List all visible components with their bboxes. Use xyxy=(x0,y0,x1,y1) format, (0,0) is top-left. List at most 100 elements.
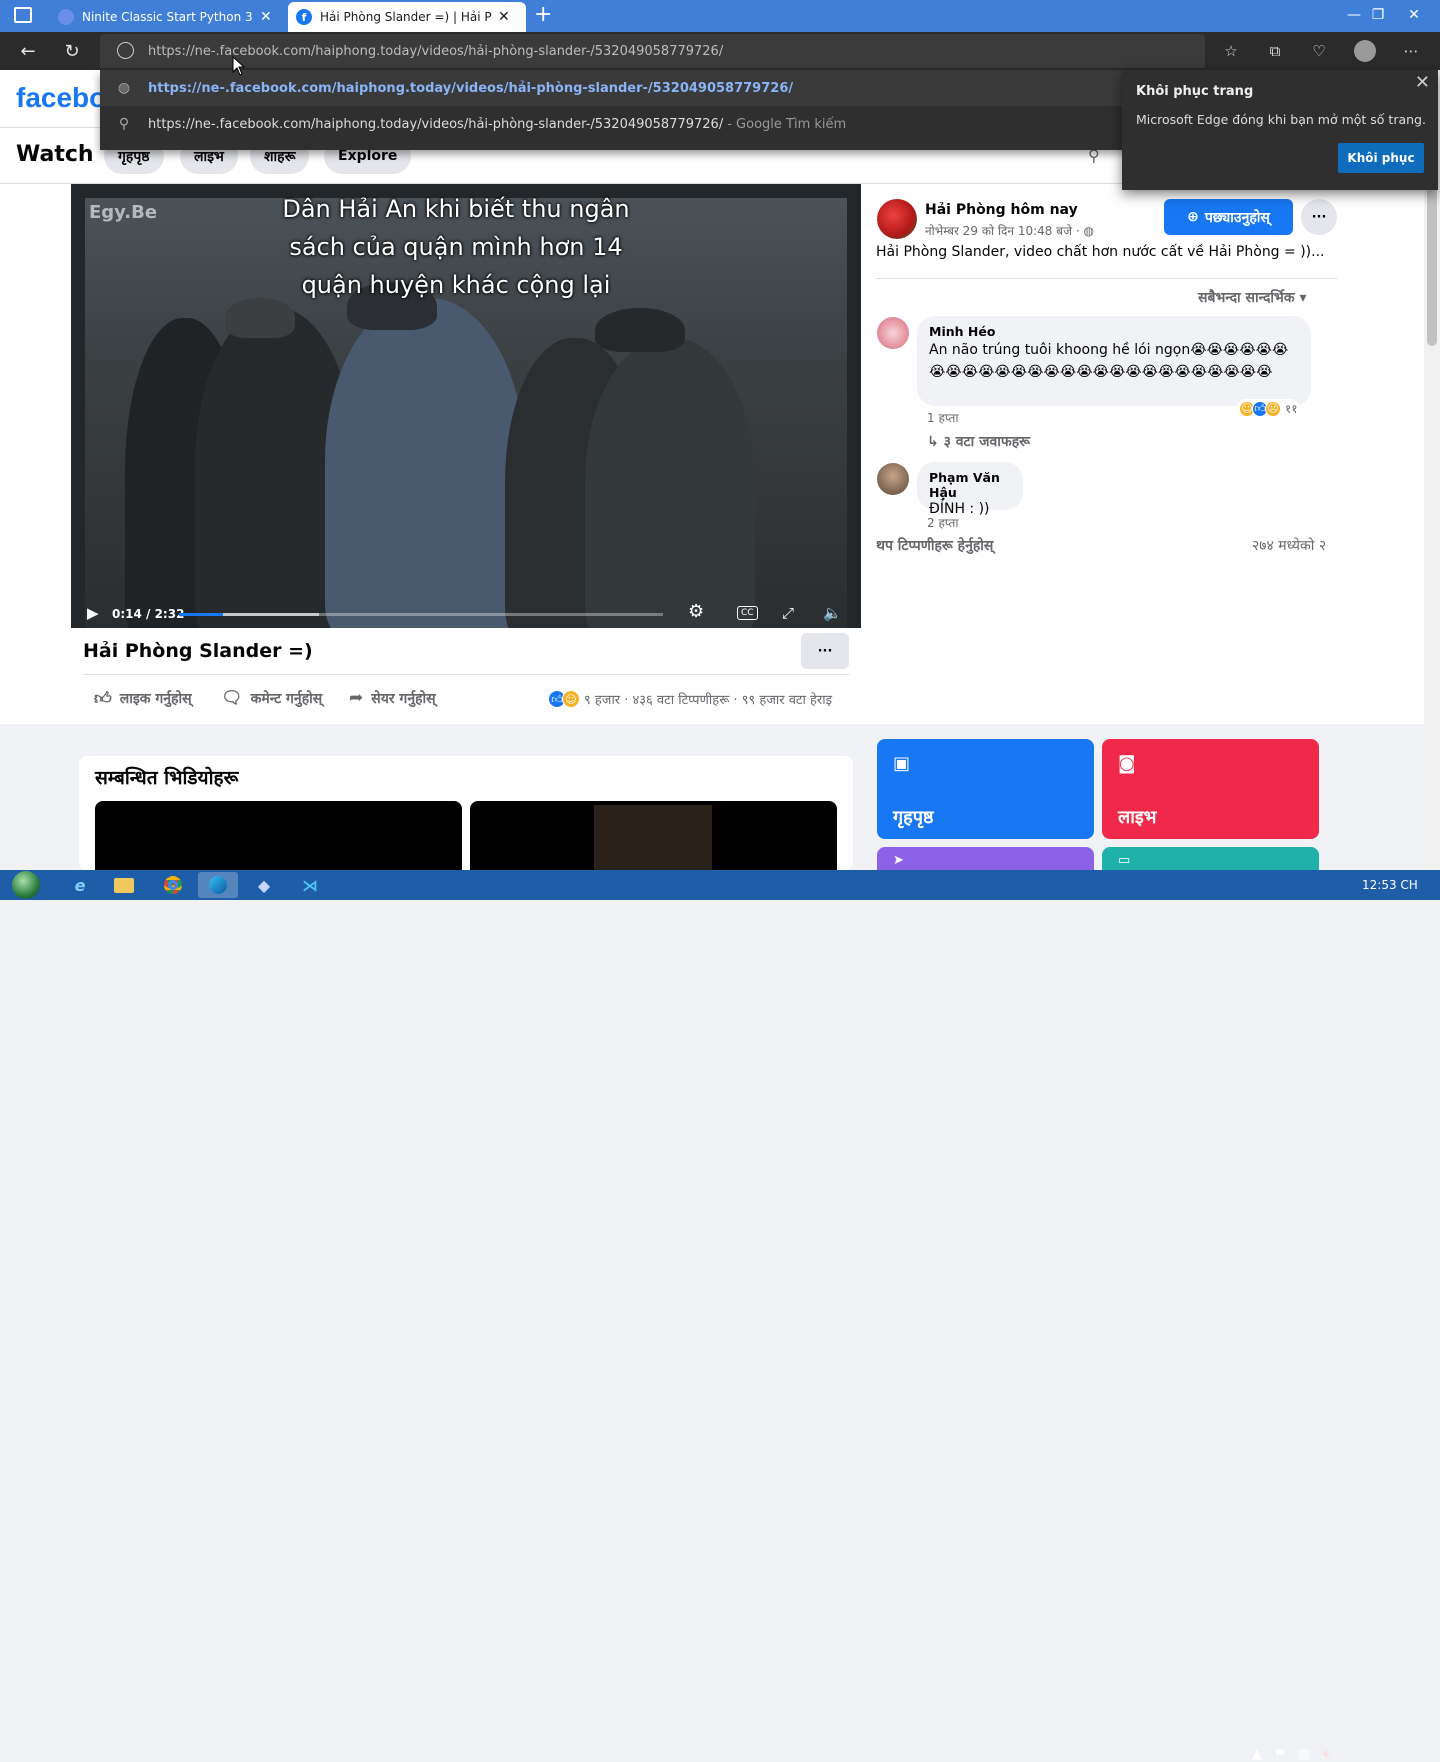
send-icon: ➤ xyxy=(893,853,904,868)
comment-reactions[interactable]: ☺ 👍︎ ☹ ११ xyxy=(1236,399,1301,418)
facebook-logo[interactable]: facebo xyxy=(16,82,106,114)
tile-saved[interactable]: ▭ xyxy=(1102,847,1319,870)
video-subtitle: Dân Hải An khi biết thu ngân sách của qu… xyxy=(282,195,630,299)
tile-home[interactable]: ▣ गृहपृष्ठ xyxy=(877,739,1094,839)
action-center-flag-icon[interactable]: ⚑ xyxy=(1274,1747,1286,1762)
internet-explorer-icon[interactable]: e xyxy=(60,872,100,898)
close-tab-icon[interactable]: ✕ xyxy=(498,9,510,25)
file-explorer-icon[interactable] xyxy=(104,872,144,898)
address-bar[interactable]: https://ne-.facebook.com/haiphong.today/… xyxy=(100,34,1205,68)
replies-label: ३ वटा जवाफहरू xyxy=(943,434,1031,450)
suggestion-text: https://ne-.facebook.com/haiphong.today/… xyxy=(148,80,794,96)
post-date-text: नोभेम्बर 29 को दिन 10:48 बजे · xyxy=(925,224,1080,238)
edge-icon[interactable] xyxy=(198,872,238,898)
video-stats[interactable]: 👍︎ ☺ ९ हजार · ४३६ वटा टिप्पणीहरू · ९९ हज… xyxy=(548,690,832,708)
tab-facebook[interactable]: f Hải Phòng Slander =) | Hải Phòn ✕ xyxy=(288,2,526,32)
commenter-avatar[interactable] xyxy=(877,317,909,349)
comment-time[interactable]: 1 हप्ता xyxy=(927,409,958,426)
tile-label: गृहपृष्ठ xyxy=(893,807,934,828)
fullscreen-icon[interactable]: ⤢ xyxy=(782,604,794,622)
volume-muted-icon[interactable]: 🔇︎ xyxy=(1323,1747,1331,1762)
related-video-thumbnail[interactable] xyxy=(470,801,837,870)
like-label: लाइक गर्नुहोस् xyxy=(119,691,192,707)
suggestion-search[interactable]: ⚲ https://ne-.facebook.com/haiphong.toda… xyxy=(100,106,1205,142)
settings-gear-icon[interactable]: ⚙ xyxy=(688,601,704,622)
view-more-comments-link[interactable]: थप टिप्पणीहरू हेर्नुहोस् xyxy=(876,536,993,555)
chrome-icon[interactable] xyxy=(153,872,193,898)
scrollbar-thumb[interactable] xyxy=(1427,186,1437,346)
profile-avatar[interactable] xyxy=(1352,38,1378,64)
more-menu-icon[interactable]: ⋯ xyxy=(1398,38,1424,64)
suggestion-suffix: - Google Tìm kiếm xyxy=(727,116,847,132)
volume-muted-icon[interactable]: 🔈 xyxy=(823,604,842,622)
start-orb-icon[interactable] xyxy=(6,870,46,900)
video-more-options-icon[interactable]: ··· xyxy=(801,633,849,669)
video-time: 0:14 / 2:32 xyxy=(112,607,185,621)
page-name[interactable]: Hải Phòng hôm nay xyxy=(925,202,1078,218)
post-date[interactable]: नोभेम्बर 29 को दिन 10:48 बजे · ◍ xyxy=(925,222,1094,239)
live-camera-icon: ◙ xyxy=(1118,753,1136,774)
view-replies-link[interactable]: ↳ ३ वटा जवाफहरू xyxy=(927,432,1030,451)
share-button[interactable]: ➦ सेयर गर्नुहोस् xyxy=(349,688,436,708)
commenter-avatar[interactable] xyxy=(877,463,909,495)
search-icon: ⚲ xyxy=(118,116,130,132)
video-watermark: Egy.Be xyxy=(89,202,158,223)
chevron-down-icon: ▾ xyxy=(1299,290,1307,306)
thumbs-up-icon: 👍︎ xyxy=(94,689,112,709)
follow-icon: ⊕ xyxy=(1187,209,1199,225)
comment-bubble: Minh Héo An não trúng tuôi khoong hề lói… xyxy=(917,316,1311,406)
suggestion-url[interactable]: ◍ https://ne-.facebook.com/haiphong.toda… xyxy=(100,70,1205,106)
tab-actions-icon[interactable] xyxy=(14,7,32,23)
tile-live[interactable]: ◙ लाइभ xyxy=(1102,739,1319,839)
commenter-name[interactable]: Minh Héo xyxy=(929,324,1299,339)
refresh-icon[interactable]: ↻ xyxy=(57,36,87,66)
comment-bubble-icon: 🗨︎ xyxy=(221,688,243,708)
video-progress-bar[interactable] xyxy=(179,613,663,616)
address-suggestions: ◍ https://ne-.facebook.com/haiphong.toda… xyxy=(100,70,1205,150)
comment-button[interactable]: 🗨︎ कमेन्ट गर्नुहोस् xyxy=(221,688,322,708)
commenter-name[interactable]: Phạm Văn Hậu xyxy=(929,470,1011,500)
close-window-icon[interactable]: ✕ xyxy=(1398,0,1430,30)
divider xyxy=(83,674,849,675)
captions-icon[interactable]: CC xyxy=(737,606,758,620)
close-icon[interactable]: ✕ xyxy=(1415,72,1430,93)
page-avatar[interactable] xyxy=(877,199,917,239)
close-tab-icon[interactable]: ✕ xyxy=(260,9,272,25)
saved-icon: ▭ xyxy=(1118,853,1131,868)
comment-label: कमेन्ट गर्नुहोस् xyxy=(250,690,323,707)
network-icon[interactable]: ▥ xyxy=(1298,1747,1310,1762)
tray-expand-icon[interactable]: ▲ xyxy=(1252,1747,1262,1762)
ninite-icon[interactable]: ◆ xyxy=(244,872,284,898)
comment-time[interactable]: 2 हप्ता xyxy=(927,514,958,531)
play-icon[interactable]: ▶ xyxy=(87,604,99,622)
divider xyxy=(876,278,1337,279)
browser-toolbar: ← ↻ https://ne-.facebook.com/haiphong.to… xyxy=(0,32,1440,70)
restore-window-icon[interactable]: ❐ xyxy=(1362,0,1394,30)
vscode-icon[interactable]: ⋊ xyxy=(290,872,330,898)
comment-count: २७४ मध्येको २ xyxy=(1252,538,1327,554)
related-video-thumbnail[interactable] xyxy=(95,801,462,870)
tile-shows[interactable]: ➤ xyxy=(877,847,1094,870)
popup-body: Microsoft Edge đóng khi bạn mở một số tr… xyxy=(1136,112,1426,127)
post-sidebar xyxy=(862,184,1424,724)
follow-button[interactable]: ⊕ पछ्याउनुहोस् xyxy=(1164,199,1293,235)
collections-icon[interactable]: ⧉ xyxy=(1262,38,1288,64)
back-icon[interactable]: ← xyxy=(13,36,43,66)
browser-tab-strip: Ninite Classic Start Python 3 Visu ✕ f H… xyxy=(0,0,1440,32)
globe-icon xyxy=(117,42,134,59)
tab-ninite[interactable]: Ninite Classic Start Python 3 Visu ✕ xyxy=(50,2,286,32)
video-play-icon: ▣ xyxy=(893,753,911,774)
video-player[interactable]: Egy.Be Dân Hải An khi biết thu ngân sách… xyxy=(71,184,861,628)
restore-button[interactable]: Khôi phục xyxy=(1338,143,1424,173)
favorites-star-icon[interactable]: ☆ xyxy=(1218,38,1244,64)
comment-sort-dropdown[interactable]: सबैभन्दा सान्दर्भिक ▾ xyxy=(1198,288,1307,307)
page-more-options-icon[interactable]: ··· xyxy=(1301,199,1337,235)
performance-heart-icon[interactable]: ♡ xyxy=(1306,38,1332,64)
like-button[interactable]: 👍︎ लाइक गर्नुहोस् xyxy=(94,688,192,709)
sad-reaction-icon: ☹ xyxy=(1265,400,1281,417)
video-title: Hải Phòng Slander =) xyxy=(83,640,313,662)
taskbar-clock[interactable]: 12:53 CH xyxy=(1362,878,1418,892)
share-label: सेयर गर्नुहोस् xyxy=(371,690,436,707)
new-tab-button[interactable]: + xyxy=(534,2,552,27)
reply-arrow-icon: ↳ xyxy=(927,434,939,450)
